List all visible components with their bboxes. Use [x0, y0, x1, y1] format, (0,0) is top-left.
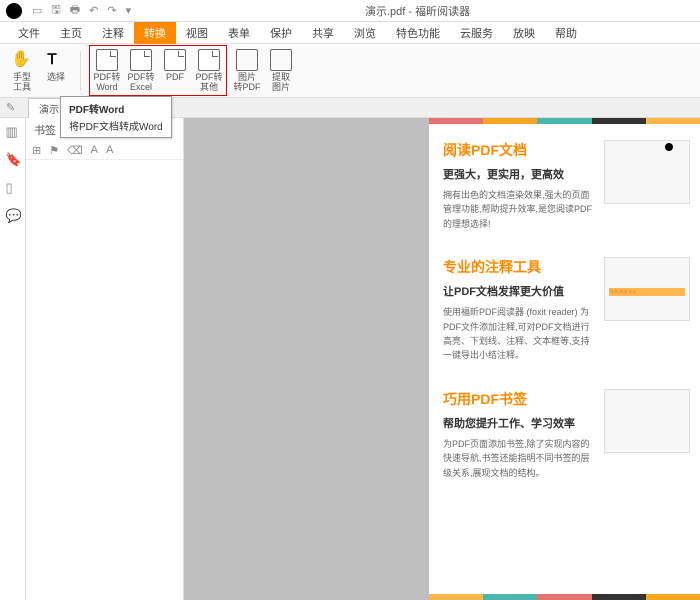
other-doc-icon	[198, 49, 220, 71]
section-body: 为PDF页面添加书签,除了实现内容的快速导航,书签还能指明不同书签的层级关系,展…	[443, 437, 596, 480]
tooltip-desc: 将PDF文档转成Word	[69, 118, 163, 133]
hand-icon	[11, 49, 33, 71]
pdf-doc-icon	[164, 49, 186, 71]
section-subheading: 更强大，更实用，更高效	[443, 166, 596, 182]
pdf-to-other-button[interactable]: PDF转其他	[193, 47, 225, 95]
pdf-to-excel-button[interactable]: PDF转Excel	[125, 47, 157, 95]
bm-a2-icon[interactable]: A	[106, 144, 113, 157]
decorative-stripe-top	[429, 118, 700, 124]
excel-doc-icon	[130, 49, 152, 71]
bookmarks-toolbar: ⊞ ⚑ ⌫ A A	[26, 142, 183, 160]
document-area: 阅读PDF文档 更强大，更实用，更高效 拥有出色的文档渲染效果,强大的页面管理功…	[184, 118, 700, 600]
qat-save-icon[interactable]: 🖫	[51, 1, 60, 20]
select-icon	[45, 49, 67, 71]
tab-share[interactable]: 共享	[302, 22, 344, 44]
tab-cloud[interactable]: 云服务	[450, 22, 503, 44]
section-subheading: 让PDF文档发挥更大价值	[443, 283, 596, 299]
section-bookmarks: 巧用PDF书签 帮助您提升工作、学习效率 为PDF页面添加书签,除了实现内容的快…	[443, 389, 690, 480]
tab-convert[interactable]: 转换	[134, 22, 176, 44]
layers-icon[interactable]: ▯	[6, 180, 20, 194]
section-heading: 巧用PDF书签	[443, 389, 596, 409]
grey-margin	[184, 118, 429, 600]
extract-icon	[270, 49, 292, 71]
thumbnails-icon[interactable]: ▥	[6, 124, 20, 138]
section-thumbnail	[604, 389, 690, 453]
quick-access-toolbar: ▭ 🖫 🖶 ↶ ↷ ▾	[32, 1, 131, 20]
comments-icon[interactable]: 💬	[6, 208, 20, 222]
separator	[80, 51, 81, 91]
image-icon	[236, 49, 258, 71]
tab-form[interactable]: 表单	[218, 22, 260, 44]
tab-file[interactable]: 文件	[8, 22, 50, 44]
pdf-page: 阅读PDF文档 更强大，更实用，更高效 拥有出色的文档渲染效果,强大的页面管理功…	[429, 118, 700, 600]
pdf-button[interactable]: PDF	[159, 47, 191, 95]
tab-features[interactable]: 特色功能	[386, 22, 450, 44]
qat-open-icon[interactable]: ▭	[32, 4, 42, 17]
bookmarks-panel: 书签 ⊞ ⚑ ⌫ A A	[26, 118, 184, 600]
section-heading: 阅读PDF文档	[443, 140, 596, 160]
section-read: 阅读PDF文档 更强大，更实用，更高效 拥有出色的文档渲染效果,强大的页面管理功…	[443, 140, 690, 231]
word-doc-icon	[96, 49, 118, 71]
pencil-icon[interactable]: ✎	[6, 101, 15, 114]
bookmarks-icon[interactable]: 🔖	[6, 152, 20, 166]
qat-more-icon[interactable]: ▾	[126, 4, 132, 17]
section-body: 使用福昕PDF阅读器 (foxit reader) 为PDF文件添加注释,可对P…	[443, 305, 596, 363]
tab-browse[interactable]: 浏览	[344, 22, 386, 44]
select-tool-button[interactable]: 选择	[40, 47, 72, 95]
convert-group-highlighted: PDF转Word PDF转Excel PDF PDF转其他	[89, 45, 227, 97]
hand-tool-button[interactable]: 手型工具	[6, 47, 38, 95]
window-title: 演示.pdf - 福昕阅读器	[141, 3, 694, 19]
section-thumbnail: 免费,快速,安全	[604, 257, 690, 321]
title-bar: ▭ 🖫 🖶 ↶ ↷ ▾ 演示.pdf - 福昕阅读器	[0, 0, 700, 22]
decorative-stripe-bottom	[429, 594, 700, 600]
section-body: 拥有出色的文档渲染效果,强大的页面管理功能,帮助提升效率,是您阅读PDF的理想选…	[443, 188, 596, 231]
bm-del-icon[interactable]: ⌫	[67, 144, 83, 157]
tab-protect[interactable]: 保护	[260, 22, 302, 44]
tab-comment[interactable]: 注释	[92, 22, 134, 44]
tab-slideshow[interactable]: 放映	[503, 22, 545, 44]
pdf-to-word-button[interactable]: PDF转Word	[91, 47, 123, 95]
app-logo	[6, 3, 22, 19]
tab-home[interactable]: 主页	[50, 22, 92, 44]
bm-flag-icon[interactable]: ⚑	[49, 144, 59, 157]
workspace: ▥ 🔖 ▯ 💬 书签 ⊞ ⚑ ⌫ A A 阅读PDF文档 更强大，更实用，更高效…	[0, 118, 700, 600]
extract-image-button[interactable]: 提取图片	[265, 47, 297, 95]
tab-view[interactable]: 视图	[176, 22, 218, 44]
tooltip-title: PDF转Word	[69, 101, 163, 116]
bm-a-icon[interactable]: A	[91, 144, 98, 157]
menu-bar: 文件 主页 注释 转换 视图 表单 保护 共享 浏览 特色功能 云服务 放映 帮…	[0, 22, 700, 44]
qat-redo-icon[interactable]: ↷	[107, 4, 116, 17]
qat-print-icon[interactable]: 🖶	[70, 1, 80, 20]
bm-add-icon[interactable]: ⊞	[32, 144, 41, 157]
ribbon: 手型工具 选择 PDF转Word PDF转Excel PDF PDF转其他 图片…	[0, 44, 700, 98]
section-annotate: 专业的注释工具 让PDF文档发挥更大价值 使用福昕PDF阅读器 (foxit r…	[443, 257, 690, 363]
section-subheading: 帮助您提升工作、学习效率	[443, 415, 596, 431]
tab-help[interactable]: 帮助	[545, 22, 587, 44]
side-panel: ▥ 🔖 ▯ 💬	[0, 118, 26, 600]
section-heading: 专业的注释工具	[443, 257, 596, 277]
tooltip: PDF转Word 将PDF文档转成Word	[60, 96, 172, 138]
image-to-pdf-button[interactable]: 图片转PDF	[231, 47, 263, 95]
section-thumbnail	[604, 140, 690, 204]
qat-undo-icon[interactable]: ↶	[89, 4, 98, 17]
